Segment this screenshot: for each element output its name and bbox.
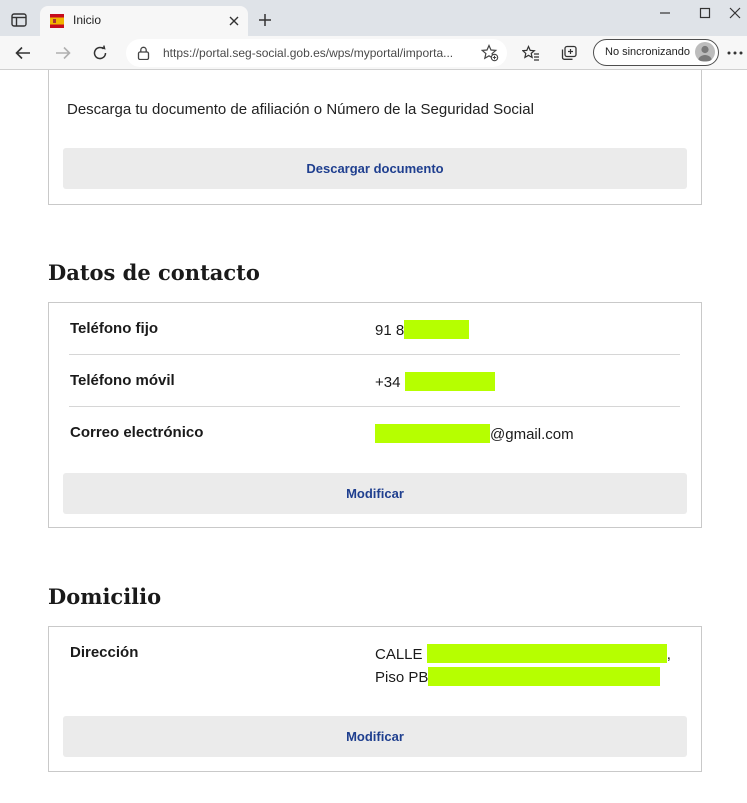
address-line-2: Piso PB bbox=[375, 667, 661, 686]
address-label: Dirección bbox=[70, 644, 139, 661]
redaction-mark bbox=[375, 424, 490, 443]
download-document-button[interactable]: Descargar documento bbox=[63, 148, 687, 189]
row-label: Teléfono fijo bbox=[70, 320, 159, 337]
redaction-mark bbox=[428, 667, 661, 686]
browser-tab-inicio[interactable]: Inicio bbox=[40, 6, 248, 36]
value-suffix: @gmail.com bbox=[490, 426, 574, 443]
add-favorite-icon[interactable] bbox=[479, 42, 501, 64]
row-label: Correo electrónico bbox=[70, 424, 204, 441]
tab-actions-icon[interactable] bbox=[8, 9, 30, 31]
modify-address-button[interactable]: Modificar bbox=[63, 716, 687, 757]
address-line-1: CALLE , bbox=[375, 644, 671, 663]
value-prefix: +34 bbox=[375, 374, 401, 391]
spain-flag-icon bbox=[50, 14, 64, 28]
address-card: Dirección CALLE , Piso PB Modificar bbox=[48, 626, 702, 772]
affiliation-description: Descarga tu documento de afiliación o Nú… bbox=[67, 101, 534, 118]
redaction-mark bbox=[404, 372, 495, 391]
close-window-icon[interactable] bbox=[726, 5, 744, 21]
plus-icon[interactable] bbox=[255, 10, 275, 30]
profile-avatar-icon bbox=[695, 42, 715, 62]
contact-row-email: Correo electrónico @gmail.com bbox=[69, 407, 680, 459]
close-icon[interactable] bbox=[226, 13, 242, 29]
sync-status-button[interactable]: No sincronizando bbox=[593, 39, 719, 66]
value-suffix: , bbox=[666, 646, 671, 663]
lock-icon[interactable] bbox=[137, 46, 151, 61]
row-label: Teléfono móvil bbox=[70, 372, 175, 389]
contact-row-mobile: Teléfono móvil +34 bbox=[69, 355, 680, 407]
address-heading: Domicilio bbox=[48, 584, 162, 609]
redaction-mark bbox=[426, 644, 667, 663]
affiliation-card: Descarga tu documento de afiliación o Nú… bbox=[48, 70, 702, 205]
maximize-icon[interactable] bbox=[692, 5, 718, 21]
redaction-mark bbox=[404, 320, 470, 339]
collections-icon[interactable] bbox=[557, 41, 581, 65]
row-value: +34 bbox=[375, 372, 495, 391]
modify-contact-button[interactable]: Modificar bbox=[63, 473, 687, 514]
tab-strip: Inicio bbox=[0, 0, 747, 36]
row-value: 91 8 bbox=[375, 320, 470, 339]
url-text: https://portal.seg-social.gob.es/wps/myp… bbox=[163, 46, 454, 60]
sync-label: No sincronizando bbox=[605, 46, 690, 58]
value-prefix: CALLE bbox=[375, 646, 423, 663]
contact-row-landline: Teléfono fijo 91 8 bbox=[69, 303, 680, 355]
value-prefix: Piso PB bbox=[375, 669, 429, 686]
favorites-icon[interactable] bbox=[519, 41, 543, 65]
back-arrow-icon[interactable] bbox=[11, 41, 35, 65]
refresh-icon[interactable] bbox=[88, 41, 112, 65]
address-bar[interactable]: https://portal.seg-social.gob.es/wps/myp… bbox=[126, 39, 507, 67]
browser-toolbar: https://portal.seg-social.gob.es/wps/myp… bbox=[0, 36, 747, 70]
tab-title: Inicio bbox=[73, 13, 102, 27]
row-value: @gmail.com bbox=[375, 424, 574, 443]
contact-heading: Datos de contacto bbox=[48, 260, 260, 285]
value-prefix: 91 8 bbox=[375, 322, 405, 339]
minimize-icon[interactable] bbox=[652, 5, 678, 21]
forward-arrow-icon[interactable] bbox=[51, 41, 75, 65]
more-icon[interactable] bbox=[726, 41, 744, 65]
contact-card: Teléfono fijo 91 8 Teléfono móvil +34 Co… bbox=[48, 302, 702, 528]
